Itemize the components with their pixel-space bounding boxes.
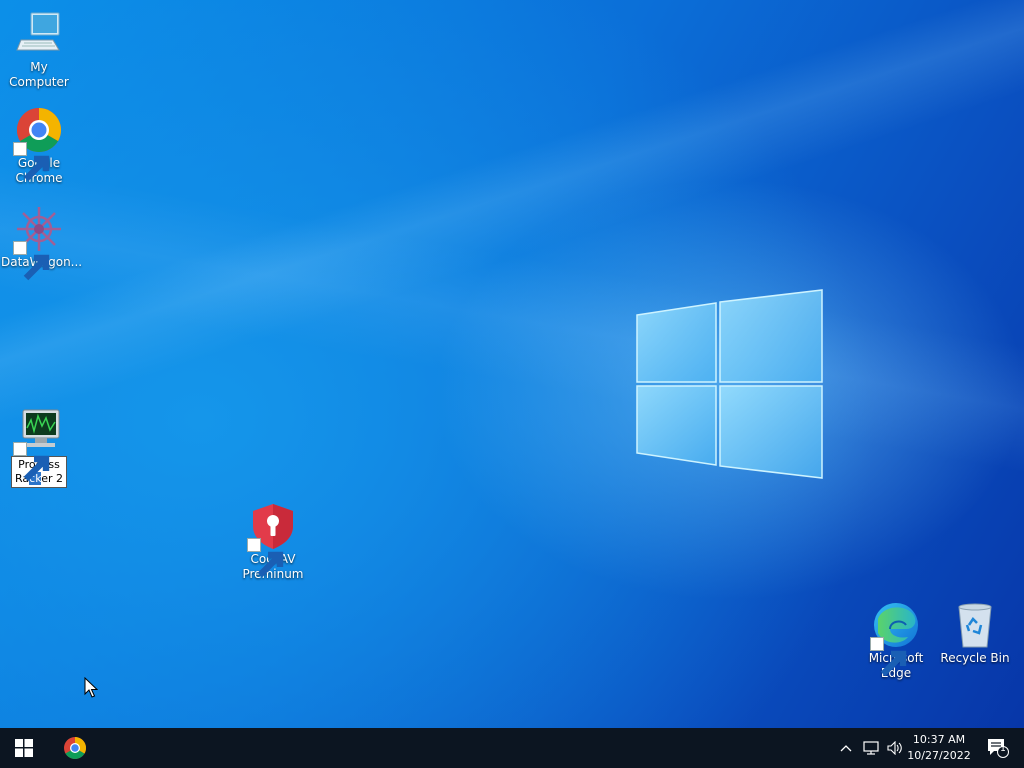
shortcut-arrow-icon (247, 538, 284, 578)
desktop-icon-recycle-bin[interactable]: Recycle Bin (936, 601, 1014, 666)
windows-logo-icon (15, 739, 33, 757)
taskbar: 10:37 AM 10/27/2022 1 (0, 728, 1024, 768)
network-button[interactable] (860, 728, 882, 768)
clock[interactable]: 10:37 AM 10/27/2022 (905, 728, 973, 768)
desktop-icon-process-racker[interactable]: Process Racker 2 (0, 406, 78, 488)
desktop[interactable]: My Computer Google Chrome DataWagon... P… (0, 0, 1024, 728)
shortcut-arrow-icon (13, 142, 50, 182)
desktop-icon-my-computer[interactable]: My Computer (0, 10, 78, 90)
action-center-button[interactable]: 1 (978, 728, 1018, 768)
clock-time: 10:37 AM (912, 733, 966, 746)
desktop-icon-label: Recycle Bin (940, 651, 1010, 665)
recycle-bin-icon (951, 601, 999, 649)
windows-wallpaper-logo (636, 289, 823, 479)
chrome-icon (64, 737, 86, 759)
chevron-up-icon (840, 745, 852, 752)
chrome-icon (13, 106, 63, 182)
shortcut-arrow-icon (13, 442, 50, 482)
notification-count-badge: 1 (1000, 744, 1006, 754)
clock-date: 10/27/2022 (907, 749, 971, 762)
datawagon-icon (13, 205, 63, 281)
monitor-icon (13, 406, 63, 482)
desktop-icon-cockav[interactable]: CockAV Preminum (234, 502, 312, 582)
shield-icon (247, 502, 297, 578)
speaker-icon (887, 741, 902, 755)
start-button[interactable] (0, 728, 48, 768)
desktop-icon-datawagon[interactable]: DataWagon... (0, 205, 82, 281)
show-hidden-icons-button[interactable] (836, 728, 856, 768)
network-icon (863, 741, 879, 755)
desktop-icon-microsoft-edge[interactable]: Microsoft Edge (857, 601, 935, 681)
taskbar-chrome-button[interactable] (52, 728, 98, 768)
shortcut-arrow-icon (870, 637, 907, 677)
edge-icon (870, 601, 920, 677)
desktop-icon-label: My Computer (9, 60, 69, 89)
desktop-icon-google-chrome[interactable]: Google Chrome (0, 106, 78, 186)
computer-icon (15, 10, 63, 58)
shortcut-arrow-icon (13, 241, 50, 281)
mouse-pointer-icon (84, 677, 98, 698)
volume-button[interactable] (884, 728, 906, 768)
